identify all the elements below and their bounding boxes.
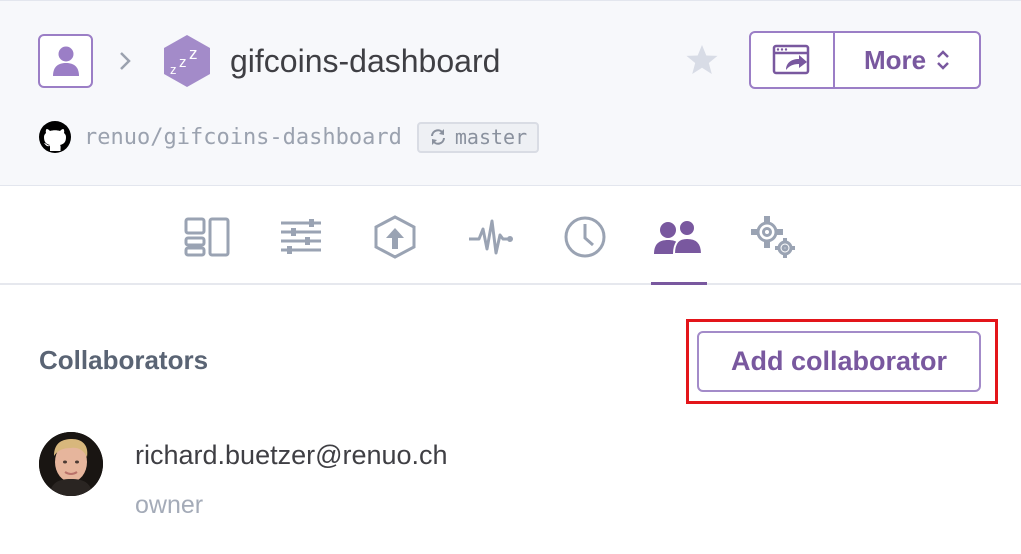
app-name: gifcoins-dashboard xyxy=(230,43,501,79)
svg-text:z: z xyxy=(189,44,198,63)
metrics-icon xyxy=(469,219,513,255)
app-nav-tabs xyxy=(0,187,1021,285)
repo-name[interactable]: renuo/gifcoins-dashboard xyxy=(84,125,402,150)
svg-text:z: z xyxy=(170,62,177,77)
app-actions-group: More xyxy=(749,31,981,89)
user-icon xyxy=(52,46,79,76)
open-app-button[interactable] xyxy=(751,33,835,87)
collaborator-email: richard.buetzer@renuo.ch xyxy=(135,440,448,470)
access-icon xyxy=(654,219,704,255)
branch-name: master xyxy=(454,125,528,149)
breadcrumb-chevron-icon xyxy=(114,47,136,75)
github-icon xyxy=(39,121,71,153)
svg-text:z: z xyxy=(179,54,187,71)
tab-activity[interactable] xyxy=(558,213,612,261)
tab-metrics[interactable] xyxy=(464,213,518,261)
favorite-star-icon[interactable] xyxy=(685,43,719,77)
avatar xyxy=(39,432,103,496)
more-dropdown-button[interactable]: More xyxy=(835,33,979,87)
app-header: z z z gifcoins-dashboard More renuo/gifc… xyxy=(0,0,1021,186)
tab-resources[interactable] xyxy=(274,213,328,261)
add-collaborator-button[interactable]: Add collaborator xyxy=(697,331,981,392)
tab-access[interactable] xyxy=(651,213,705,261)
activity-icon xyxy=(564,216,606,258)
active-tab-indicator xyxy=(651,282,707,285)
deploy-icon xyxy=(374,215,416,259)
repo-info: renuo/gifcoins-dashboard master xyxy=(38,119,540,155)
app-sleeping-icon: z z z xyxy=(164,35,210,87)
tab-settings[interactable] xyxy=(746,213,800,261)
sync-icon xyxy=(430,129,445,145)
settings-icon xyxy=(751,216,795,258)
branch-badge: master xyxy=(416,121,540,153)
overview-icon xyxy=(184,217,230,257)
open-external-icon xyxy=(772,44,810,75)
tab-overview[interactable] xyxy=(180,213,234,261)
chevron-updown-icon xyxy=(937,50,949,70)
tab-deploy[interactable] xyxy=(368,213,422,261)
personal-apps-button[interactable] xyxy=(38,34,93,88)
more-label: More xyxy=(863,44,927,75)
section-title: Collaborators xyxy=(39,345,209,375)
collaborator-role: owner xyxy=(135,491,204,519)
resources-icon xyxy=(281,219,321,254)
